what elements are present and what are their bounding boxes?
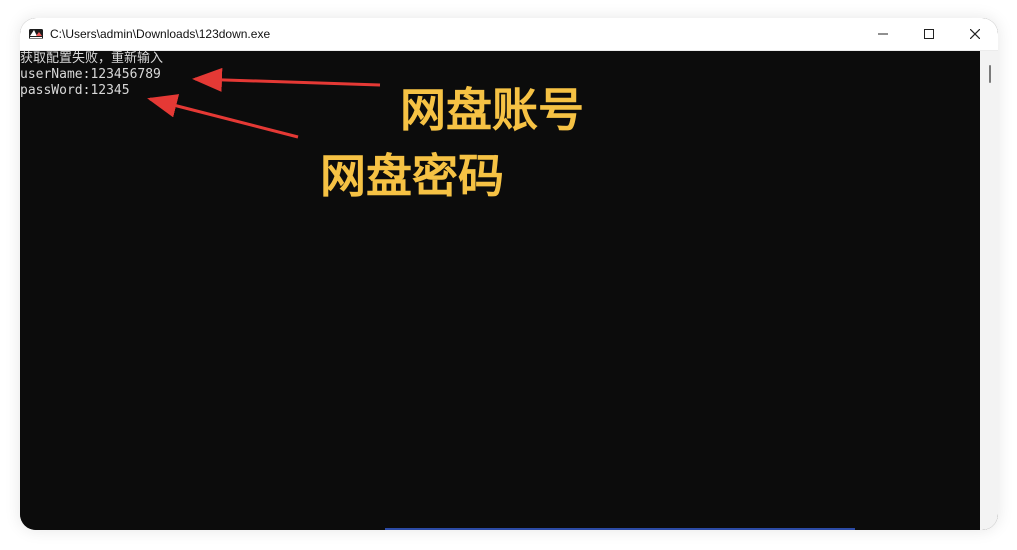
console-window: C:\Users\admin\Downloads\123down.exe 获取配…: [20, 18, 998, 530]
title-bar[interactable]: C:\Users\admin\Downloads\123down.exe: [20, 18, 998, 51]
annotation-account: 网盘账号: [400, 83, 584, 137]
maximize-button[interactable]: [906, 18, 952, 50]
minimize-icon: [878, 33, 888, 35]
maximize-icon: [924, 29, 934, 39]
console-app-icon: [28, 26, 44, 42]
console-output[interactable]: 获取配置失败，重新输入 userName:123456789 passWord:…: [20, 51, 980, 530]
close-icon: [970, 29, 980, 39]
close-button[interactable]: [952, 18, 998, 50]
annotation-password: 网盘密码: [320, 149, 504, 203]
console-line-error: 获取配置失败，重新输入: [20, 51, 164, 66]
console-line-password: passWord:12345: [20, 83, 130, 98]
console-line-username: userName:123456789: [20, 67, 161, 82]
scrollbar-thumb[interactable]: [989, 65, 991, 83]
window-title: C:\Users\admin\Downloads\123down.exe: [50, 27, 271, 41]
taskbar-accent-line: [385, 528, 855, 530]
vertical-scrollbar[interactable]: [980, 51, 998, 530]
minimize-button[interactable]: [860, 18, 906, 50]
